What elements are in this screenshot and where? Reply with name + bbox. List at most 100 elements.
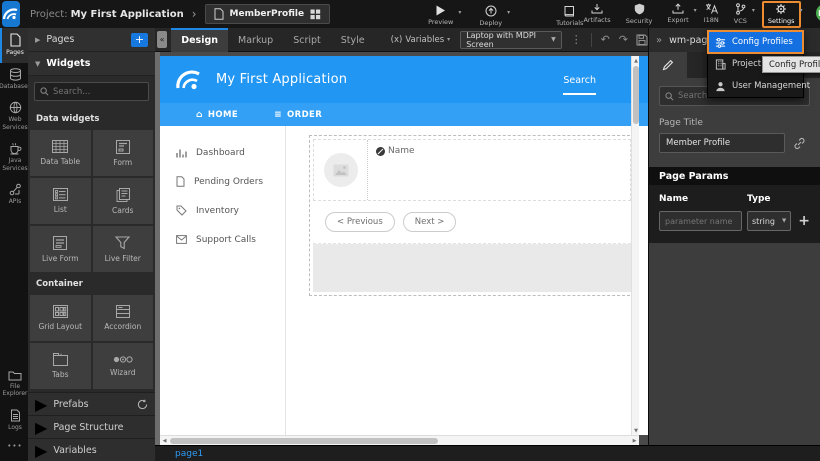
chevron-down-icon[interactable]: ▾ [694, 7, 697, 14]
sidebar-item-web-services[interactable]: Web Services [0, 96, 28, 137]
chevron-down-icon[interactable]: ▾ [507, 9, 510, 16]
widget-search-input[interactable] [53, 87, 143, 97]
sidebar-item-apis[interactable]: APIs [0, 178, 28, 212]
page1-tab[interactable]: page1 [175, 449, 203, 459]
page-tab-memberprofile[interactable]: MemberProfile [205, 4, 331, 24]
widget-tile-tabs[interactable]: Tabs [30, 343, 91, 389]
nav-item-order[interactable]: ≡ ORDER [274, 110, 322, 120]
undo-icon[interactable]: ↶ [601, 33, 610, 46]
widget-tile-live-form[interactable]: Live Form [30, 226, 91, 272]
next-button[interactable]: Next > [403, 212, 457, 232]
app-header[interactable]: My First Application Search [160, 56, 648, 103]
widget-tile-label: Live Form [42, 254, 79, 263]
tutorials-button[interactable]: Tutorials [556, 5, 583, 27]
export-upload-icon [672, 3, 684, 14]
sidebar-item-logs[interactable]: Logs [0, 404, 28, 438]
list-item-template[interactable]: Name [313, 139, 631, 201]
sidebar-item-file-explorer[interactable]: File Explorer [0, 365, 28, 404]
canvas-page[interactable]: My First Application Search ⌂ HOME ≡ [160, 56, 648, 435]
wavemaker-logo[interactable] [2, 1, 20, 27]
breadcrumb-chevron-icon: › [192, 7, 197, 21]
sidebar-item-databases[interactable]: Databases [0, 63, 28, 97]
pages-section-header[interactable]: ▶ Pages + [28, 28, 155, 52]
security-button[interactable]: Security [626, 3, 653, 25]
artifacts-button[interactable]: Artifacts [583, 3, 610, 24]
expand-panel-icon[interactable]: » [656, 35, 662, 46]
list-widget-container[interactable]: Name < Previous Next > [309, 135, 635, 296]
variables-dropdown[interactable]: (x) Variables ▾ [391, 35, 451, 45]
chevron-down-icon[interactable]: ▾ [800, 7, 803, 14]
previous-button[interactable]: < Previous [325, 212, 395, 232]
bind-link-icon[interactable] [793, 137, 806, 150]
settings-button[interactable]: Settings ▾ [768, 3, 795, 25]
add-page-button[interactable]: + [131, 33, 148, 47]
vcs-button[interactable]: VCS ▾ [734, 3, 747, 25]
menu-item-pending-orders[interactable]: Pending Orders [160, 167, 285, 196]
scroll-up-arrow[interactable]: ▲ [632, 56, 640, 65]
page-title-input[interactable] [659, 133, 785, 153]
support-calls-icon [176, 235, 187, 244]
collapse-left-panel-button[interactable]: « [157, 31, 167, 48]
page-structure-section-header[interactable]: ▶ Page Structure [28, 415, 155, 438]
scroll-right-arrow[interactable]: ▶ [630, 438, 639, 444]
widget-tile-list[interactable]: List [30, 178, 91, 224]
widget-tile-cards[interactable]: Cards [93, 178, 154, 224]
param-name-input[interactable] [659, 211, 742, 231]
sidebar-item-more[interactable]: ••• [0, 437, 28, 461]
param-type-select[interactable]: string ▼ [747, 211, 791, 231]
variables-section-header[interactable]: ▶ Variables [28, 438, 155, 461]
deploy-button[interactable]: Deploy ▾ [479, 5, 502, 27]
i18n-button[interactable]: I18N [704, 3, 719, 24]
widget-tile-accordion[interactable]: Accordion [93, 295, 154, 341]
sidebar-item-java-services[interactable]: Java Services [0, 137, 28, 178]
widget-search [34, 82, 149, 101]
page-structure-label: Page Structure [53, 422, 123, 433]
pages-grid-icon[interactable] [310, 9, 321, 20]
widgets-section-header[interactable]: ▼ Widgets [28, 52, 155, 76]
kebab-menu-icon[interactable]: ⋮ [571, 33, 582, 46]
edit-pencil-icon [662, 59, 674, 71]
tab-markup[interactable]: Markup [228, 28, 283, 52]
app-search-link[interactable]: Search [563, 75, 596, 95]
rail-item-label: Logs [8, 424, 22, 432]
variables-label: Variables [53, 445, 96, 456]
menu-item-support-calls[interactable]: Support Calls [160, 225, 285, 254]
widget-tile-data-table[interactable]: Data Table [30, 130, 91, 176]
chevron-down-icon[interactable]: ▾ [458, 9, 461, 16]
widget-tile-form[interactable]: Form [93, 130, 154, 176]
tab-style[interactable]: Style [331, 28, 375, 52]
menu-item-user-management[interactable]: User Management [708, 75, 803, 97]
widget-tile-wizard[interactable]: Wizard [93, 343, 154, 389]
canvas-vertical-scrollbar[interactable]: ▲ ▼ [631, 56, 639, 435]
caret-down-icon: ▼ [782, 218, 786, 224]
horizontal-scroll-thumb[interactable] [170, 438, 438, 444]
sidebar-item-pages[interactable]: Pages [0, 28, 28, 63]
tab-properties-edit[interactable] [649, 52, 687, 78]
tab-design[interactable]: Design [171, 28, 228, 52]
nav-item-home[interactable]: ⌂ HOME [196, 110, 238, 120]
menu-item-config-profiles[interactable]: Config Profiles [708, 31, 803, 53]
scroll-down-arrow[interactable]: ▼ [632, 426, 640, 435]
menu-item-dashboard[interactable]: Dashboard [160, 138, 285, 167]
chevron-down-icon[interactable]: ▾ [752, 7, 755, 14]
preview-button[interactable]: Preview ▾ [428, 5, 453, 26]
tab-script[interactable]: Script [283, 28, 331, 52]
live-form-icon [53, 236, 67, 250]
user-avatar[interactable]: MP [816, 4, 820, 22]
menu-item-inventory[interactable]: Inventory [160, 196, 285, 225]
rail-item-label: Web Services [2, 116, 28, 131]
canvas-horizontal-scrollbar[interactable]: ◀ ▶ [160, 435, 639, 445]
device-selector[interactable]: Laptop with MDPI Screen ▼ [460, 31, 562, 49]
prefabs-section-header[interactable]: ▶ Prefabs [28, 392, 155, 415]
export-button[interactable]: Export ▾ [667, 3, 688, 24]
add-param-button[interactable]: + [798, 213, 810, 229]
widget-tile-live-filter[interactable]: Live Filter [93, 226, 154, 272]
nav-home-label: HOME [208, 110, 238, 120]
save-icon[interactable] [636, 34, 648, 46]
app-navbar: ⌂ HOME ≡ ORDER [160, 103, 648, 126]
widget-tile-grid-layout[interactable]: Grid Layout [30, 295, 91, 341]
vertical-scroll-thumb[interactable] [633, 66, 639, 124]
prefabs-refresh-icon[interactable] [137, 399, 148, 410]
redo-icon[interactable]: ↷ [619, 33, 628, 46]
scroll-left-arrow[interactable]: ◀ [160, 438, 169, 444]
